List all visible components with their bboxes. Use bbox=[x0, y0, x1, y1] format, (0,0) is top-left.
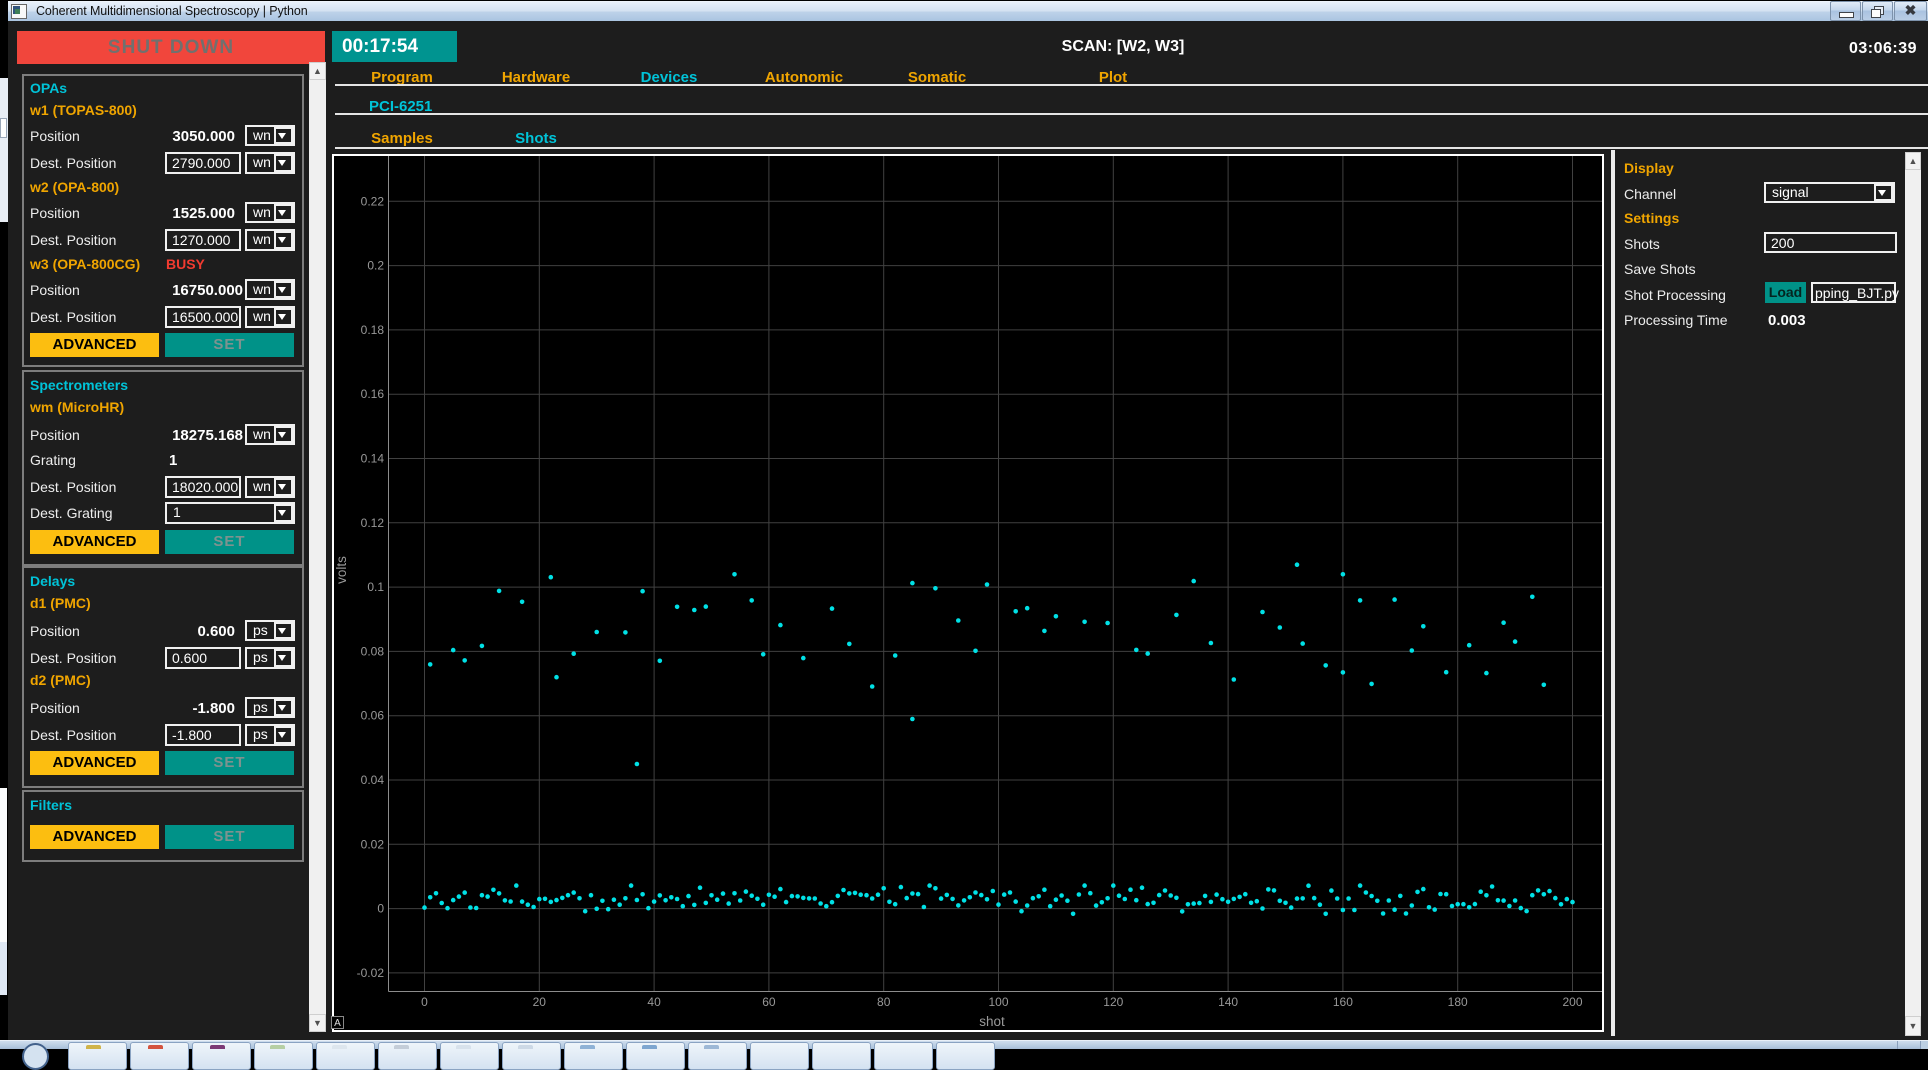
svg-text:140: 140 bbox=[1218, 995, 1238, 1009]
svg-text:volts: volts bbox=[334, 556, 349, 584]
svg-text:80: 80 bbox=[877, 995, 891, 1009]
svg-text:0: 0 bbox=[377, 902, 384, 916]
svg-text:180: 180 bbox=[1448, 995, 1468, 1009]
svg-text:160: 160 bbox=[1333, 995, 1353, 1009]
svg-text:0.12: 0.12 bbox=[361, 516, 385, 530]
svg-text:200: 200 bbox=[1562, 995, 1582, 1009]
svg-text:0.04: 0.04 bbox=[361, 773, 385, 787]
svg-text:0.16: 0.16 bbox=[361, 387, 385, 401]
svg-text:-0.02: -0.02 bbox=[357, 966, 385, 980]
svg-text:0.1: 0.1 bbox=[367, 580, 384, 594]
svg-text:0.2: 0.2 bbox=[367, 259, 384, 273]
svg-text:40: 40 bbox=[647, 995, 661, 1009]
svg-text:0.06: 0.06 bbox=[361, 709, 385, 723]
svg-text:100: 100 bbox=[988, 995, 1008, 1009]
svg-text:0.02: 0.02 bbox=[361, 837, 385, 851]
svg-text:0.14: 0.14 bbox=[361, 452, 385, 466]
svg-text:60: 60 bbox=[762, 995, 776, 1009]
svg-text:0.18: 0.18 bbox=[361, 323, 385, 337]
svg-text:0: 0 bbox=[421, 995, 428, 1009]
svg-text:0.22: 0.22 bbox=[361, 194, 385, 208]
svg-text:shot: shot bbox=[979, 1014, 1005, 1029]
svg-text:120: 120 bbox=[1103, 995, 1123, 1009]
svg-text:20: 20 bbox=[533, 995, 547, 1009]
svg-text:0.08: 0.08 bbox=[361, 644, 385, 658]
